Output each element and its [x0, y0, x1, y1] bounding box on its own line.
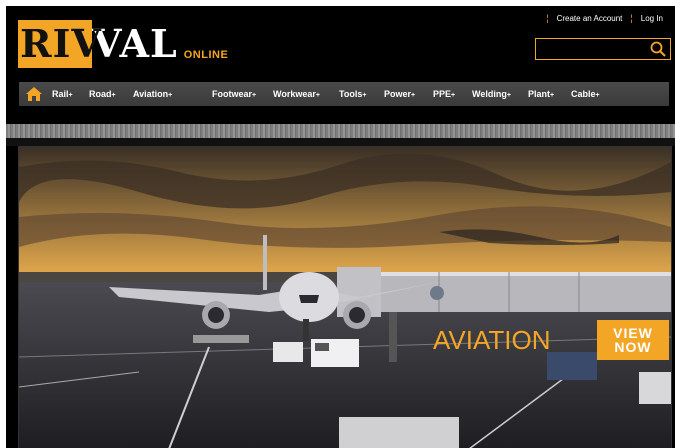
nav-label: Road [89, 89, 112, 99]
nav-item-footwear[interactable]: Footwear+ [212, 89, 256, 99]
main-nav: Rail+ Road+ Aviation+ Footwear+ Workwear… [19, 82, 669, 106]
logo-text-val: VAL [92, 21, 178, 66]
nav-label: Power [384, 89, 412, 99]
hero-banner[interactable]: AVIATION VIEW NOW [18, 146, 672, 448]
nav-item-aviation[interactable]: Aviation+ [133, 89, 172, 99]
nav-item-power[interactable]: Power+ [384, 89, 415, 99]
page-frame: RIV VAL ONLINE ¦ Create an Account ¦ Log… [6, 6, 675, 448]
search-icon[interactable] [650, 41, 666, 57]
hero-title: AVIATION [433, 325, 551, 355]
nav-item-plant[interactable]: Plant+ [528, 89, 554, 99]
cta-line-1: VIEW [613, 325, 653, 341]
create-account-link[interactable]: Create an Account [557, 14, 623, 23]
search-box[interactable] [535, 38, 671, 60]
nav-label: PPE [433, 89, 452, 99]
nav-label: Tools [339, 89, 363, 99]
nav-label: Footwear [212, 89, 253, 99]
site-logo[interactable]: RIV VAL ONLINE [18, 18, 228, 68]
texture-divider [6, 124, 675, 138]
nav-item-cable[interactable]: Cable+ [571, 89, 600, 99]
nav-item-road[interactable]: Road+ [89, 89, 116, 99]
nav-label: Rail [52, 89, 69, 99]
view-now-button[interactable]: VIEW NOW [597, 320, 669, 360]
nav-label: Plant [528, 89, 551, 99]
login-link[interactable]: Log In [641, 14, 663, 23]
logo-tagline: ONLINE [183, 49, 229, 61]
nav-item-workwear[interactable]: Workwear+ [273, 89, 320, 99]
divider-shadow [6, 138, 675, 146]
nav-label: Cable [571, 89, 596, 99]
home-icon [26, 87, 42, 101]
account-links: ¦ Create an Account ¦ Log In [546, 13, 663, 23]
separator: ¦ [546, 13, 549, 23]
home-button[interactable] [23, 82, 45, 106]
nav-item-rail[interactable]: Rail+ [52, 89, 73, 99]
logo-badge: RIV [18, 20, 101, 68]
cta-line-2: NOW [614, 339, 652, 355]
nav-label: Welding [472, 89, 507, 99]
nav-item-ppe[interactable]: PPE+ [433, 89, 455, 99]
logo-text-riv: RIV [20, 21, 102, 66]
nav-item-tools[interactable]: Tools+ [339, 89, 366, 99]
hero-image [19, 147, 671, 448]
nav-item-welding[interactable]: Welding+ [472, 89, 511, 99]
nav-label: Workwear [273, 89, 316, 99]
nav-label: Aviation [133, 89, 169, 99]
separator: ¦ [630, 13, 633, 23]
